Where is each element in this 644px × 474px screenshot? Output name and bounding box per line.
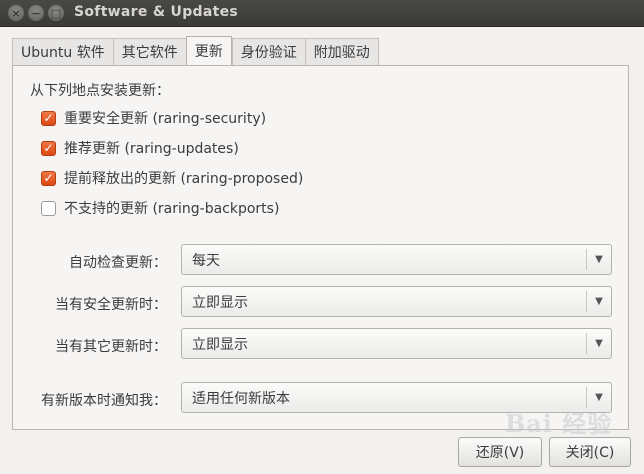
notify-new-version-label: 有新版本时通知我： <box>41 393 167 409</box>
backports-checkbox[interactable] <box>41 200 56 216</box>
other-updates-label: 当有其它更新时： <box>55 339 167 355</box>
source-proposed-label: 提前释放出的更新 (raring-proposed) <box>64 171 304 187</box>
checkmark-icon: ✓ <box>43 111 54 125</box>
security-updates-label: 当有安全更新时： <box>55 297 167 313</box>
source-security-label: 重要安全更新 (raring-security) <box>64 111 267 127</box>
close-button[interactable]: 关闭(C) <box>549 437 631 467</box>
close-window-button[interactable]: × <box>8 5 24 21</box>
other-updates-select[interactable]: 立即显示 ▼ <box>181 328 612 359</box>
tab-authentication[interactable]: 身份验证 <box>231 38 305 65</box>
checkmark-icon: ✓ <box>43 141 54 155</box>
install-updates-from-label: 从下列地点安装更新： <box>30 83 170 99</box>
source-proposed-row[interactable]: ✓ 提前释放出的更新 (raring-proposed) <box>41 168 303 188</box>
tab-other-software[interactable]: 其它软件 <box>112 38 186 65</box>
chevron-down-icon: ▼ <box>595 254 603 265</box>
tab-bar: Ubuntu 软件 其它软件 更新 身份验证 附加驱动 <box>12 36 379 66</box>
checkmark-icon: ✓ <box>43 171 54 185</box>
window-title: Software & Updates <box>74 4 239 20</box>
updates-panel: 从下列地点安装更新： ✓ 重要安全更新 (raring-security) ✓ … <box>12 65 629 430</box>
watermark: Bai 经验 <box>505 409 613 438</box>
source-security-row[interactable]: ✓ 重要安全更新 (raring-security) <box>41 108 266 128</box>
security-updates-value: 立即显示 <box>192 294 248 311</box>
close-icon: × <box>11 6 21 20</box>
security-checkbox[interactable]: ✓ <box>41 110 56 126</box>
updates-checkbox[interactable]: ✓ <box>41 140 56 156</box>
maximize-icon: □ <box>50 6 62 20</box>
chevron-down-icon: ▼ <box>595 296 603 307</box>
chevron-down-icon: ▼ <box>595 392 603 403</box>
auto-check-select[interactable]: 每天 ▼ <box>181 244 612 275</box>
maximize-window-button[interactable]: □ <box>48 5 64 21</box>
source-backports-label: 不支持的更新 (raring-backports) <box>64 201 280 217</box>
source-backports-row[interactable]: 不支持的更新 (raring-backports) <box>41 198 279 218</box>
security-updates-select[interactable]: 立即显示 ▼ <box>181 286 612 317</box>
source-updates-row[interactable]: ✓ 推荐更新 (raring-updates) <box>41 138 239 158</box>
tab-ubuntu-software[interactable]: Ubuntu 软件 <box>12 38 113 65</box>
revert-button[interactable]: 还原(V) <box>458 437 542 467</box>
minimize-window-button[interactable]: − <box>28 5 44 21</box>
tab-updates[interactable]: 更新 <box>185 36 232 65</box>
source-updates-label: 推荐更新 (raring-updates) <box>64 141 239 157</box>
other-updates-value: 立即显示 <box>192 336 248 353</box>
auto-check-label: 自动检查更新： <box>69 255 167 271</box>
minimize-icon: − <box>31 6 41 20</box>
tab-additional-drivers[interactable]: 附加驱动 <box>304 38 379 65</box>
window-titlebar: × − □ Software & Updates <box>0 0 644 27</box>
auto-check-value: 每天 <box>192 252 220 269</box>
chevron-down-icon: ▼ <box>595 338 603 349</box>
proposed-checkbox[interactable]: ✓ <box>41 170 56 186</box>
